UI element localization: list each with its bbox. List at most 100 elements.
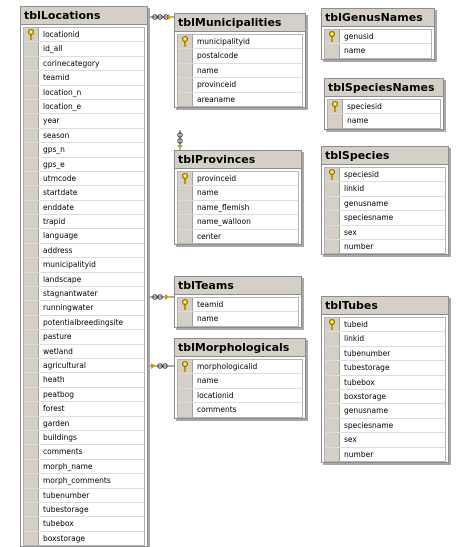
column-row[interactable]: gps_n [24, 143, 144, 158]
column-row[interactable]: address [24, 243, 144, 259]
column-row[interactable]: corinecategory [24, 56, 144, 72]
row-selector[interactable] [24, 143, 39, 157]
table-tblTeams[interactable]: tblTeams teamid name [174, 276, 302, 328]
row-selector[interactable] [24, 215, 39, 229]
row-selector[interactable] [325, 404, 340, 418]
column-row[interactable]: startdate [24, 186, 144, 201]
column-row[interactable]: locationid [24, 28, 144, 43]
column-row[interactable]: season [24, 128, 144, 144]
table-title[interactable]: tblSpeciesNames [325, 79, 443, 97]
relationship-locations-municipalities[interactable] [148, 14, 174, 20]
column-row[interactable]: name [178, 186, 298, 201]
row-selector[interactable] [24, 56, 39, 71]
row-selector[interactable] [178, 78, 193, 92]
row-selector[interactable] [24, 358, 39, 373]
row-selector[interactable] [24, 42, 39, 56]
relationship-locations-morphologicals[interactable] [148, 363, 174, 369]
row-selector[interactable] [24, 488, 39, 502]
column-row[interactable]: municipalityid [24, 258, 144, 273]
row-selector[interactable] [178, 360, 193, 374]
column-row[interactable]: linkid [325, 182, 445, 197]
row-selector[interactable] [325, 225, 340, 239]
column-row[interactable]: center [178, 229, 298, 243]
column-row[interactable]: boxstorage [24, 531, 144, 546]
column-row[interactable]: sex [325, 225, 445, 240]
table-tblSpecies[interactable]: tblSpecies speciesid linkid genusname speci… [321, 146, 449, 256]
row-selector[interactable] [24, 344, 39, 358]
row-selector[interactable] [325, 375, 340, 389]
column-row[interactable]: speciesname [325, 211, 445, 226]
table-title[interactable]: tblGenusNames [322, 9, 434, 27]
row-selector[interactable] [325, 318, 340, 332]
row-selector[interactable] [24, 243, 39, 258]
table-title[interactable]: tblTeams [175, 277, 301, 295]
column-row[interactable]: provinceid [178, 78, 302, 93]
column-row[interactable]: teamid [178, 298, 298, 313]
row-selector[interactable] [24, 186, 39, 200]
row-selector[interactable] [24, 502, 39, 517]
column-row[interactable]: morph_name [24, 459, 144, 475]
table-tblLocations[interactable]: tblLocations locationid id_all corinecateg… [20, 6, 148, 547]
row-selector[interactable] [178, 186, 193, 200]
row-selector[interactable] [24, 28, 39, 42]
row-selector[interactable] [24, 114, 39, 128]
row-selector[interactable] [24, 229, 39, 243]
row-selector[interactable] [24, 85, 39, 99]
row-selector[interactable] [325, 447, 340, 461]
column-row[interactable]: stagnantwater [24, 287, 144, 302]
column-row[interactable]: speciesname [325, 418, 445, 434]
table-tblMunicipalities[interactable]: tblMunicipalities municipalityid postalco… [174, 13, 306, 108]
column-row[interactable]: genusname [325, 196, 445, 212]
column-row[interactable]: tubestorage [325, 361, 445, 376]
table-tblMorphologicals[interactable]: tblMorphologicals morphologicalid name loc… [174, 338, 306, 419]
table-title[interactable]: tblMorphologicals [175, 339, 305, 357]
row-selector[interactable] [178, 312, 193, 326]
row-selector[interactable] [325, 168, 340, 182]
column-row[interactable]: provinceid [178, 172, 298, 187]
row-selector[interactable] [24, 287, 39, 301]
column-row[interactable]: year [24, 114, 144, 129]
column-row[interactable]: agricultural [24, 358, 144, 374]
row-selector[interactable] [325, 44, 340, 58]
column-row[interactable]: location_e [24, 99, 144, 115]
column-row[interactable]: heath [24, 373, 144, 388]
column-row[interactable]: location_n [24, 85, 144, 100]
row-selector[interactable] [24, 416, 39, 430]
row-selector[interactable] [325, 418, 340, 433]
column-row[interactable]: landscape [24, 272, 144, 288]
column-row[interactable]: comments [24, 445, 144, 460]
row-selector[interactable] [325, 239, 340, 254]
relationship-municipalities-provinces[interactable] [177, 130, 183, 152]
column-row[interactable]: garden [24, 416, 144, 431]
row-selector[interactable] [24, 445, 39, 459]
column-row[interactable]: comments [178, 403, 302, 417]
row-selector[interactable] [24, 200, 39, 215]
column-row[interactable]: name [325, 44, 431, 58]
column-row[interactable]: forest [24, 402, 144, 417]
column-row[interactable]: locationid [178, 388, 302, 404]
row-selector[interactable] [178, 35, 193, 49]
column-row[interactable]: areaname [178, 92, 302, 106]
row-selector[interactable] [178, 172, 193, 186]
column-row[interactable]: name [328, 114, 440, 128]
column-row[interactable]: tubestorage [24, 502, 144, 518]
row-selector[interactable] [24, 171, 39, 186]
row-selector[interactable] [24, 157, 39, 171]
column-row[interactable]: tubeid [325, 318, 445, 333]
column-row[interactable]: wetland [24, 344, 144, 359]
column-row[interactable]: name [178, 63, 302, 79]
column-row[interactable]: name [178, 312, 298, 326]
row-selector[interactable] [325, 433, 340, 447]
table-tblTubes[interactable]: tblTubes tubeid linkid tubenumber tubestora… [321, 296, 449, 463]
row-selector[interactable] [24, 272, 39, 287]
column-row[interactable]: speciesid [328, 100, 440, 115]
row-selector[interactable] [178, 388, 193, 403]
column-row[interactable]: utmcode [24, 171, 144, 187]
table-title[interactable]: tblMunicipalities [175, 14, 305, 32]
row-selector[interactable] [24, 301, 39, 315]
column-row[interactable]: id_all [24, 42, 144, 57]
row-selector[interactable] [178, 200, 193, 215]
row-selector[interactable] [328, 100, 343, 114]
column-row[interactable]: tubebox [325, 375, 445, 390]
row-selector[interactable] [24, 474, 39, 488]
